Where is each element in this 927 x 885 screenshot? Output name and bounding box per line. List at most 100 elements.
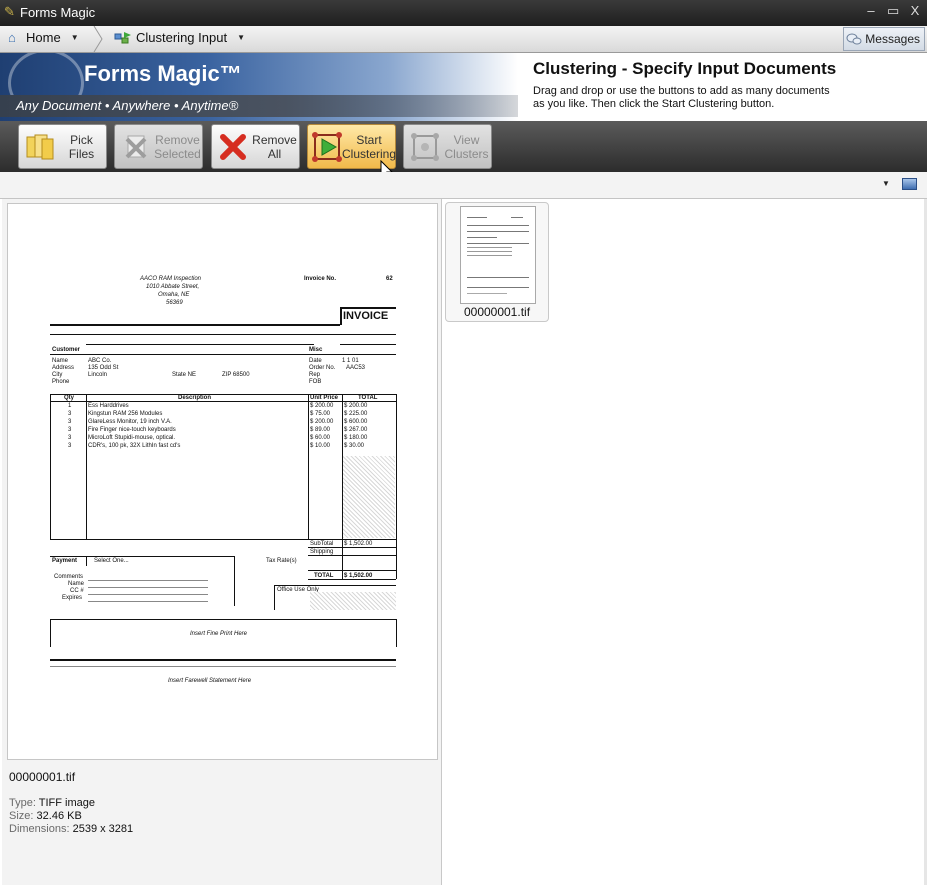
- logo-title: Forms Magic™: [84, 61, 242, 86]
- invoice-item-qty: 3: [68, 427, 72, 433]
- file-thumbnail[interactable]: 00000001.tif: [445, 202, 549, 322]
- breadcrumb-clustering-input[interactable]: Clustering Input ▼: [114, 30, 245, 45]
- instructions-text: Drag and drop or use the buttons to add …: [533, 85, 830, 110]
- invoice-col-total: TOTAL: [358, 395, 378, 401]
- invoice-item-total: $ 600.00: [344, 419, 368, 425]
- invoice-city: Omaha, NE: [158, 292, 190, 298]
- dimensions-label: Dimensions:: [9, 823, 70, 835]
- invoice-title: INVOICE: [343, 310, 389, 322]
- remove-selected-icon: [119, 130, 153, 164]
- invoice-item-total: $ 200.00: [344, 403, 368, 409]
- remove-all-button[interactable]: Remove All: [211, 124, 300, 169]
- banner: Forms Magic™ Any Document • Anywhere • A…: [0, 53, 927, 121]
- thumbnail-filename: 00000001.tif: [463, 305, 531, 319]
- view-clusters-label-1: View: [453, 132, 480, 147]
- invoice-company: AACO RAM Inspection: [140, 276, 202, 282]
- tagline: Any Document • Anywhere • Anytime®: [16, 98, 239, 113]
- invoice-phone-label: Phone: [52, 379, 70, 385]
- invoice-expires-label: Expires: [62, 595, 83, 601]
- close-button[interactable]: X: [909, 3, 921, 19]
- invoice-item-price: $ 200.00: [310, 419, 334, 425]
- preview-filename: 00000001.tif: [9, 770, 76, 784]
- file-list-pane[interactable]: 00000001.tif: [443, 199, 927, 885]
- invoice-item-desc: Kingstun RAM 256 Modules: [88, 411, 163, 417]
- pick-files-label-1: Pick: [70, 132, 93, 147]
- dimensions-value: 2539 x 3281: [72, 823, 134, 835]
- type-label: Type:: [9, 797, 36, 809]
- wand-icon: ✎: [4, 4, 15, 19]
- invoice-item-qty: 3: [68, 419, 72, 425]
- remove-selected-label-2: Selected: [154, 146, 201, 161]
- invoice-col-desc: Description: [178, 395, 212, 401]
- invoice-tax-label: Tax Rate(s): [266, 558, 297, 564]
- invoice-col-price: Unit Price: [310, 395, 339, 401]
- title-bar: ✎ Forms Magic ‒ ▭ X: [0, 0, 927, 26]
- invoice-no: 62: [386, 276, 393, 282]
- invoice-item-total: $ 180.00: [344, 435, 368, 441]
- breadcrumb: ⌂ Home ▼ Clustering Input ▼ Messages: [0, 26, 927, 53]
- window-title: Forms Magic: [20, 5, 96, 20]
- view-clusters-button[interactable]: View Clusters: [403, 124, 492, 169]
- invoice-rep-label: Rep: [309, 372, 321, 378]
- start-clustering-label-1: Start: [356, 132, 382, 147]
- document-preview: AACO RAM Inspection 1010 Abbate Street, …: [7, 203, 438, 760]
- image-view-icon[interactable]: [902, 178, 917, 190]
- logo: Forms Magic™ Any Document • Anywhere • A…: [0, 53, 518, 121]
- invoice-fine-print: Insert Fine Print Here: [190, 631, 248, 637]
- invoice-street: 1010 Abbate Street,: [146, 284, 200, 290]
- remove-selected-label-1: Remove: [155, 132, 200, 147]
- maximize-button[interactable]: ▭: [887, 3, 899, 19]
- invoice-no-label: Invoice No.: [304, 276, 337, 282]
- pick-files-label-2: Files: [68, 146, 95, 161]
- page-title: Clustering - Specify Input Documents: [533, 59, 837, 78]
- invoice-address-value: 135 Odd St: [88, 365, 119, 371]
- invoice-item-desc: MicroLoft Stupidi-mouse, optical.: [88, 435, 176, 441]
- invoice-cc-label: CC #: [70, 588, 84, 594]
- remove-selected-button[interactable]: Remove Selected: [114, 124, 203, 169]
- view-clusters-label-2: Clusters: [444, 146, 489, 161]
- invoice-item-desc: GlareLess Monitor, 19 inch V.A.: [88, 419, 172, 425]
- clustering-icon: [114, 31, 131, 43]
- invoice-date-label: Date: [309, 358, 322, 364]
- invoice-date-value: 1 1 01: [342, 358, 359, 364]
- size-value: 32.46 KB: [36, 810, 82, 822]
- type-value: TIFF image: [38, 797, 95, 809]
- invoice-item-desc: Fire Finger nice-touch keyboards: [88, 427, 176, 433]
- breadcrumb-separator: [93, 26, 103, 52]
- chevron-down-icon[interactable]: ▼: [71, 33, 79, 42]
- invoice-item-qty: 3: [68, 435, 72, 441]
- invoice-farewell: Insert Farewell Statement Here: [168, 678, 252, 684]
- invoice-item-price: $ 89.00: [310, 427, 331, 433]
- start-clustering-label-2: Clustering: [342, 146, 397, 161]
- invoice-order-label: Order No.: [309, 365, 336, 371]
- thumbnail-page: [460, 206, 536, 304]
- pick-files-button[interactable]: Pick Files: [18, 124, 107, 169]
- chevron-down-icon[interactable]: ▼: [237, 33, 245, 42]
- invoice-item-total: $ 267.00: [344, 427, 368, 433]
- invoice-fob-label: FOB: [309, 379, 322, 385]
- invoice-item-total: $ 225.00: [344, 411, 368, 417]
- remove-all-label-2: All: [267, 146, 282, 161]
- messages-icon: [846, 33, 862, 45]
- play-cluster-icon: [312, 130, 342, 164]
- messages-label: Messages: [865, 32, 920, 46]
- remove-all-label-1: Remove: [252, 132, 297, 147]
- breadcrumb-home-label: Home: [26, 30, 61, 45]
- minimize-button[interactable]: ‒: [865, 3, 877, 19]
- invoice-address-label: Address: [52, 365, 75, 371]
- invoice-item-desc: Ess Harddrives: [88, 403, 129, 409]
- invoice-name-label: Name: [52, 358, 69, 364]
- chevron-down-icon[interactable]: ▼: [882, 179, 890, 188]
- invoice-misc-label: Misc: [309, 347, 323, 353]
- breadcrumb-home[interactable]: ⌂ Home ▼: [8, 30, 79, 45]
- invoice-item-total: $ 30.00: [344, 443, 365, 449]
- invoice-state: State NE: [172, 372, 197, 378]
- invoice-city-value: Lincoln: [88, 372, 108, 378]
- window-controls: ‒ ▭ X: [865, 3, 921, 19]
- invoice-item-price: $ 75.00: [310, 411, 331, 417]
- invoice-customer-label: Customer: [52, 347, 81, 353]
- messages-button[interactable]: Messages: [843, 27, 925, 51]
- view-options-bar: ▼: [0, 172, 927, 199]
- toolbar: Pick Files Remove Selected Remove All Start…: [0, 121, 927, 172]
- red-x-icon: [216, 130, 250, 164]
